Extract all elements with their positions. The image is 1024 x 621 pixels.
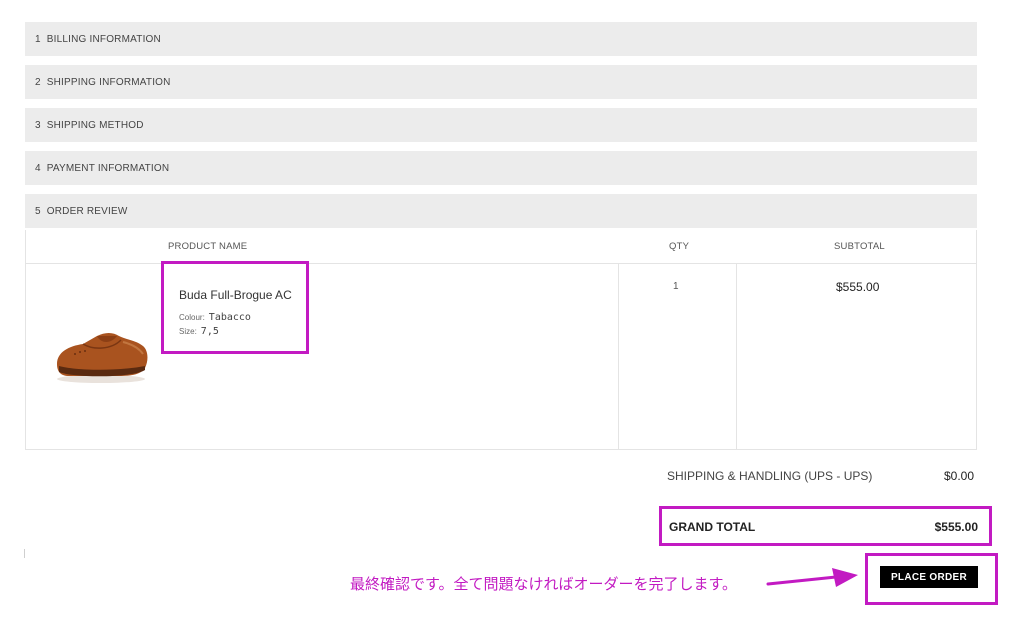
item-qty: 1 <box>673 281 679 292</box>
product-shoe-image <box>57 333 148 383</box>
grand-total-highlight: GRAND TOTAL $555.00 <box>659 506 992 546</box>
grand-total-label: GRAND TOTAL <box>669 520 756 534</box>
annotation-arrow-icon <box>766 568 858 587</box>
size-label: Size: <box>179 327 197 336</box>
step-number: 4 <box>35 162 41 174</box>
step-shipping-information[interactable]: 2 SHIPPING INFORMATION <box>25 65 977 99</box>
shipping-handling-value: $0.00 <box>944 469 975 483</box>
column-header-product-name: PRODUCT NAME <box>168 241 248 252</box>
product-colour: Colour: Tabacco <box>179 312 251 323</box>
annotation-text: 最終確認です。全て問題なければオーダーを完了します。 <box>350 575 738 593</box>
step-number: 2 <box>35 76 41 88</box>
step-label: SHIPPING METHOD <box>46 119 144 131</box>
column-header-subtotal: SUBTOTAL <box>834 241 885 252</box>
grand-total-value: $555.00 <box>934 520 978 534</box>
step-label: PAYMENT INFORMATION <box>46 162 170 174</box>
product-info-highlight: Buda Full-Brogue AC Colour: Tabacco Size:… <box>161 261 309 354</box>
product-name[interactable]: Buda Full-Brogue AC <box>179 288 292 302</box>
item-subtotal: $555.00 <box>836 280 880 294</box>
column-divider <box>618 263 619 449</box>
step-label: ORDER REVIEW <box>46 205 128 217</box>
step-number: 3 <box>35 119 41 131</box>
column-divider <box>736 263 737 449</box>
step-order-review[interactable]: 5 ORDER REVIEW <box>25 194 977 228</box>
product-size: Size: 7,5 <box>179 326 219 337</box>
step-number: 1 <box>35 33 41 45</box>
order-review-table: PRODUCT NAME QTY SUBTOTAL Buda Full-Brog… <box>25 230 977 450</box>
place-order-button[interactable]: PLACE ORDER <box>880 566 978 588</box>
step-shipping-method[interactable]: 3 SHIPPING METHOD <box>25 108 977 142</box>
step-label: SHIPPING INFORMATION <box>46 76 171 88</box>
step-label: BILLING INFORMATION <box>46 33 161 45</box>
size-value: 7,5 <box>200 326 219 337</box>
step-billing-information[interactable]: 1 BILLING INFORMATION <box>25 22 977 56</box>
colour-value: Tabacco <box>208 312 251 323</box>
column-header-qty: QTY <box>669 241 690 252</box>
step-number: 5 <box>35 205 41 217</box>
colour-label: Colour: <box>179 313 205 322</box>
divider <box>24 549 25 558</box>
place-order-highlight: PLACE ORDER <box>865 553 998 605</box>
shipping-handling-label: SHIPPING & HANDLING (UPS - UPS) <box>667 469 873 483</box>
step-payment-information[interactable]: 4 PAYMENT INFORMATION <box>25 151 977 185</box>
